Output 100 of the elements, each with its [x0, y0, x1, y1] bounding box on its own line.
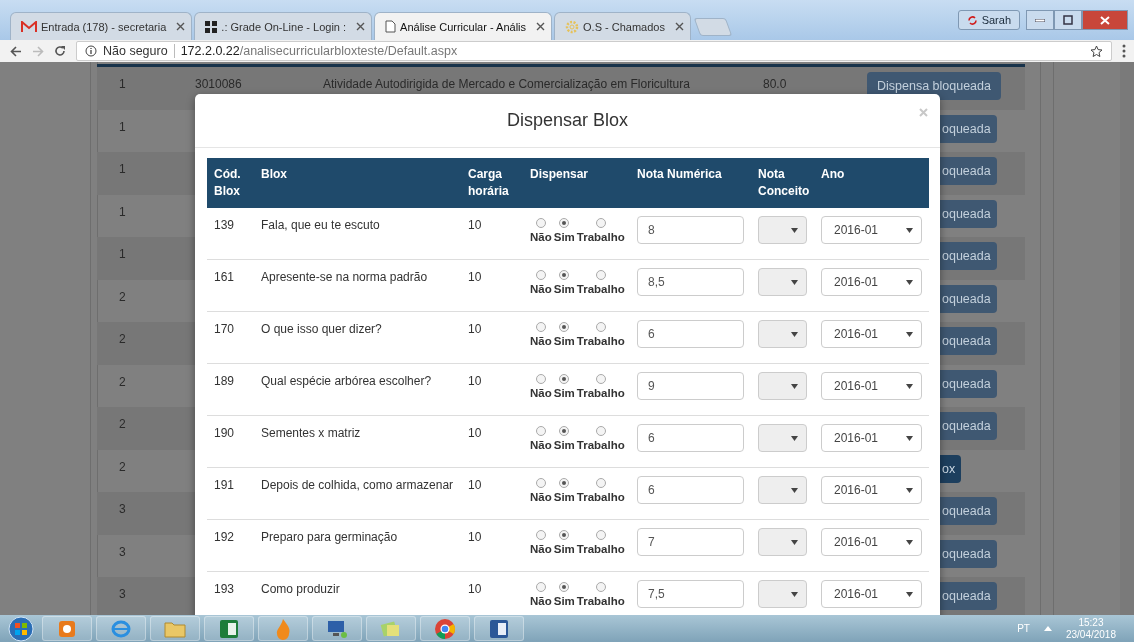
forward-arrow-icon[interactable]	[32, 45, 44, 57]
waiver-button[interactable]: oqueada	[940, 369, 997, 398]
radio-button[interactable]	[595, 270, 606, 280]
waiver-button[interactable]: oqueada	[940, 199, 997, 228]
radio-label: Sim	[553, 387, 575, 399]
year-select[interactable]: 2016-01	[821, 580, 922, 608]
table-cell-text: 80.0	[763, 76, 788, 91]
waiver-button[interactable]: oqueada	[940, 539, 997, 568]
close-icon[interactable]	[356, 22, 366, 31]
radio-button[interactable]	[559, 582, 570, 592]
grade-field[interactable]: 6	[637, 476, 744, 504]
radio-button[interactable]	[535, 478, 546, 488]
close-button[interactable]	[1082, 10, 1128, 30]
waiver-button[interactable]: ox	[940, 454, 962, 483]
radio-label: Trabalho	[576, 387, 625, 399]
waiver-button[interactable]: oqueada	[940, 284, 997, 313]
back-arrow-icon[interactable]	[10, 45, 22, 57]
reload-icon[interactable]	[54, 45, 66, 57]
radio-button[interactable]	[559, 426, 570, 436]
taskbar-button[interactable]	[420, 616, 470, 641]
folder-icon	[164, 619, 186, 638]
radio-button[interactable]	[559, 478, 570, 488]
column-header: Dispensar	[523, 158, 630, 208]
caret-icon	[906, 591, 913, 597]
grade-field[interactable]: 7,5	[637, 580, 744, 608]
taskbar-button[interactable]	[42, 616, 92, 641]
browser-tab[interactable]: .: Grade On-Line - Login :	[194, 12, 373, 40]
year-select[interactable]: 2016-01	[821, 476, 922, 504]
restore-button[interactable]	[1054, 10, 1082, 30]
menu-dots-icon[interactable]	[1122, 44, 1126, 58]
envelope-m-icon	[21, 20, 37, 33]
radio-button[interactable]	[535, 530, 546, 540]
radio-button[interactable]	[595, 426, 606, 436]
radio-button[interactable]	[535, 374, 546, 384]
table-cell: 190	[207, 415, 254, 468]
grade-field[interactable]: 8,5	[637, 268, 744, 296]
year-select[interactable]: 2016-01	[821, 216, 922, 244]
grade-field[interactable]: 7	[637, 528, 744, 556]
radio-button[interactable]	[535, 322, 546, 332]
year-select[interactable]: 2016-01	[821, 528, 922, 556]
radio-button[interactable]	[595, 218, 606, 228]
radio-label: Não	[530, 595, 552, 607]
security-label: Não seguro	[103, 44, 168, 58]
radio-button[interactable]	[535, 218, 546, 228]
radio-button[interactable]	[535, 426, 546, 436]
waiver-button[interactable]: oqueada	[940, 412, 997, 440]
table-cell: 192	[207, 519, 254, 572]
year-select[interactable]: 2016-01	[821, 320, 922, 348]
waiver-button[interactable]: oqueada	[940, 114, 997, 143]
column-header: Nota Numérica	[630, 158, 751, 208]
radio-button[interactable]	[595, 374, 606, 384]
waiver-button[interactable]: oqueada	[940, 327, 997, 355]
taskbar-button[interactable]	[474, 616, 524, 641]
waiver-button[interactable]: oqueada	[940, 582, 997, 610]
radio-button[interactable]	[559, 322, 570, 332]
table-cell-text: 2	[118, 288, 127, 304]
close-icon[interactable]	[536, 22, 545, 31]
year-select[interactable]: 2016-01	[821, 268, 922, 296]
star-icon[interactable]	[1090, 44, 1103, 58]
profile-button[interactable]: Sarah	[957, 10, 1020, 30]
radio-button[interactable]	[595, 322, 606, 332]
waiver-button[interactable]: oqueada	[940, 497, 997, 525]
minimize-button[interactable]	[1026, 10, 1054, 30]
address-bar[interactable]: Não seguro 172.2.0.22/analisecurricularbloxteste/Default.aspx	[76, 41, 1112, 61]
waiver-button[interactable]: oqueada	[940, 157, 997, 185]
close-icon[interactable]	[674, 22, 684, 31]
radio-button[interactable]	[559, 270, 570, 280]
taskbar-button[interactable]	[312, 616, 362, 641]
radio-button[interactable]	[595, 478, 606, 488]
radio-button[interactable]	[535, 582, 546, 592]
browser-tab[interactable]: Entrada (178) - secretaria	[10, 12, 193, 40]
radio-button[interactable]	[595, 530, 606, 540]
grade-field[interactable]: 9	[637, 372, 744, 400]
grade-field[interactable]: 6	[637, 320, 744, 348]
year-select[interactable]: 2016-01	[821, 372, 922, 400]
new-tab-button[interactable]	[693, 18, 733, 36]
close-icon[interactable]	[176, 22, 186, 31]
radio-button[interactable]	[559, 218, 570, 228]
table-cell: 10	[461, 208, 523, 260]
browser-tab[interactable]: O.S - Chamados	[554, 12, 691, 40]
taskbar-button[interactable]	[204, 616, 254, 641]
waiver-button[interactable]: oqueada	[940, 242, 997, 270]
browser-tab[interactable]: Análise Curricular - Anális	[374, 12, 552, 40]
network-computer-icon	[326, 618, 348, 639]
caret-icon	[791, 435, 798, 441]
radio-button[interactable]	[595, 582, 606, 592]
up-arrow-icon[interactable]	[1043, 626, 1052, 631]
table-cell-text: 2	[118, 373, 127, 389]
scrollbar[interactable]	[1120, 62, 1134, 615]
radio-button[interactable]	[559, 374, 570, 384]
chrome-icon	[434, 617, 456, 640]
caret-icon	[906, 435, 913, 441]
grade-field[interactable]: 8	[637, 216, 744, 244]
grade-field[interactable]: 6	[637, 424, 744, 452]
radio-label: Não	[530, 231, 552, 243]
caret-icon	[906, 227, 913, 233]
table-cell: Qual espécie arbórea escolher?	[254, 363, 461, 416]
radio-button[interactable]	[559, 530, 570, 540]
year-select[interactable]: 2016-01	[821, 424, 922, 452]
radio-button[interactable]	[535, 270, 546, 280]
